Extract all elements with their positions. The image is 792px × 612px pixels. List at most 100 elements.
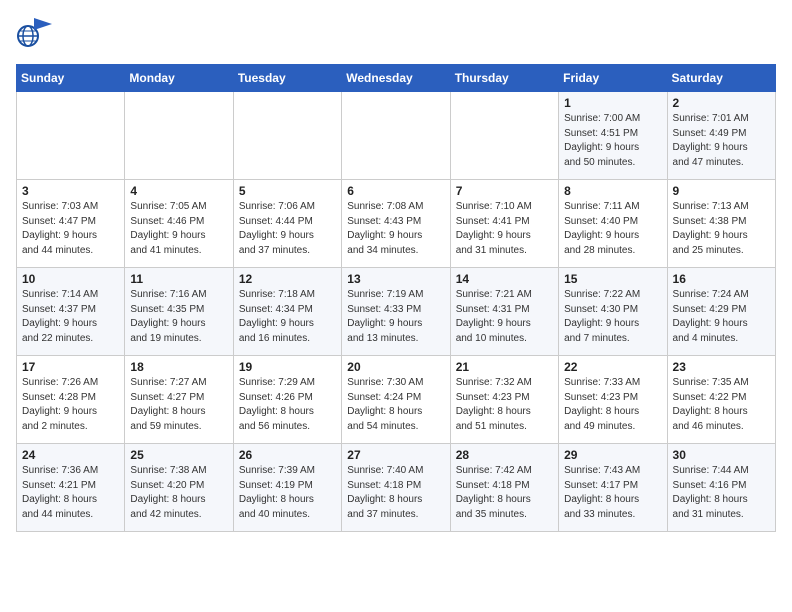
calendar-row: 10 Sunrise: 7:14 AM Sunset: 4:37 PM Dayli… — [17, 268, 776, 356]
day-info: Sunrise: 7:29 AM Sunset: 4:26 PM Dayligh… — [239, 376, 336, 434]
calendar-cell: 18 Sunrise: 7:27 AM Sunset: 4:27 PM Dayli… — [125, 356, 233, 444]
day-info: Sunrise: 7:33 AM Sunset: 4:23 PM Dayligh… — [564, 376, 661, 434]
calendar-cell: 17 Sunrise: 7:26 AM Sunset: 4:28 PM Dayli… — [17, 356, 125, 444]
day-info: Sunrise: 7:22 AM Sunset: 4:30 PM Dayligh… — [564, 288, 661, 346]
day-number: 23 — [673, 360, 770, 374]
calendar-cell: 27 Sunrise: 7:40 AM Sunset: 4:18 PM Dayli… — [342, 444, 450, 532]
day-info: Sunrise: 7:16 AM Sunset: 4:35 PM Dayligh… — [130, 288, 227, 346]
calendar-cell: 4 Sunrise: 7:05 AM Sunset: 4:46 PM Daylig… — [125, 180, 233, 268]
day-number: 4 — [130, 184, 227, 198]
day-info: Sunrise: 7:26 AM Sunset: 4:28 PM Dayligh… — [22, 376, 119, 434]
logo — [16, 16, 56, 52]
col-monday: Monday — [125, 65, 233, 92]
calendar-cell: 26Sunrise: 7:39 AM Sunset: 4:19 PM Dayli… — [233, 444, 341, 532]
day-number: 1 — [564, 96, 661, 110]
calendar-cell: 24 Sunrise: 7:36 AM Sunset: 4:21 PM Dayli… — [17, 444, 125, 532]
day-info: Sunrise: 7:08 AM Sunset: 4:43 PM Dayligh… — [347, 200, 444, 258]
col-friday: Friday — [559, 65, 667, 92]
day-info: Sunrise: 7:19 AM Sunset: 4:33 PM Dayligh… — [347, 288, 444, 346]
calendar-cell: 2Sunrise: 7:01 AM Sunset: 4:49 PM Daylig… — [667, 92, 775, 180]
day-number: 2 — [673, 96, 770, 110]
calendar-row: 24 Sunrise: 7:36 AM Sunset: 4:21 PM Dayli… — [17, 444, 776, 532]
calendar-cell: 22 Sunrise: 7:33 AM Sunset: 4:23 PM Dayli… — [559, 356, 667, 444]
day-info: Sunrise: 7:21 AM Sunset: 4:31 PM Dayligh… — [456, 288, 553, 346]
day-info: Sunrise: 7:27 AM Sunset: 4:27 PM Dayligh… — [130, 376, 227, 434]
calendar-body: 1 Sunrise: 7:00 AM Sunset: 4:51 PM Daylig… — [17, 92, 776, 532]
day-number: 18 — [130, 360, 227, 374]
day-info: Sunrise: 7:11 AM Sunset: 4:40 PM Dayligh… — [564, 200, 661, 258]
day-info: Sunrise: 7:32 AM Sunset: 4:23 PM Dayligh… — [456, 376, 553, 434]
day-number: 13 — [347, 272, 444, 286]
calendar-cell — [450, 92, 558, 180]
day-number: 30 — [673, 448, 770, 462]
calendar-cell: 19Sunrise: 7:29 AM Sunset: 4:26 PM Dayli… — [233, 356, 341, 444]
day-info: Sunrise: 7:35 AM Sunset: 4:22 PM Dayligh… — [673, 376, 770, 434]
col-saturday: Saturday — [667, 65, 775, 92]
col-wednesday: Wednesday — [342, 65, 450, 92]
day-number: 28 — [456, 448, 553, 462]
day-number: 14 — [456, 272, 553, 286]
calendar-cell: 8 Sunrise: 7:11 AM Sunset: 4:40 PM Daylig… — [559, 180, 667, 268]
day-info: Sunrise: 7:36 AM Sunset: 4:21 PM Dayligh… — [22, 464, 119, 522]
day-info: Sunrise: 7:10 AM Sunset: 4:41 PM Dayligh… — [456, 200, 553, 258]
day-number: 5 — [239, 184, 336, 198]
page-header — [16, 16, 776, 52]
day-info: Sunrise: 7:42 AM Sunset: 4:18 PM Dayligh… — [456, 464, 553, 522]
day-number: 24 — [22, 448, 119, 462]
calendar-cell: 5 Sunrise: 7:06 AM Sunset: 4:44 PM Daylig… — [233, 180, 341, 268]
calendar-row: 17 Sunrise: 7:26 AM Sunset: 4:28 PM Dayli… — [17, 356, 776, 444]
day-number: 12 — [239, 272, 336, 286]
calendar-cell: 14 Sunrise: 7:21 AM Sunset: 4:31 PM Dayli… — [450, 268, 558, 356]
day-number: 17 — [22, 360, 119, 374]
day-number: 26 — [239, 448, 336, 462]
day-number: 16 — [673, 272, 770, 286]
calendar-cell — [233, 92, 341, 180]
calendar-cell: 7 Sunrise: 7:10 AM Sunset: 4:41 PM Daylig… — [450, 180, 558, 268]
day-number: 6 — [347, 184, 444, 198]
day-number: 3 — [22, 184, 119, 198]
day-number: 9 — [673, 184, 770, 198]
day-number: 7 — [456, 184, 553, 198]
calendar-cell: 23 Sunrise: 7:35 AM Sunset: 4:22 PM Dayli… — [667, 356, 775, 444]
calendar-cell: 9Sunrise: 7:13 AM Sunset: 4:38 PM Daylig… — [667, 180, 775, 268]
day-info: Sunrise: 7:43 AM Sunset: 4:17 PM Dayligh… — [564, 464, 661, 522]
calendar-cell: 28 Sunrise: 7:42 AM Sunset: 4:18 PM Dayli… — [450, 444, 558, 532]
calendar-cell: 12 Sunrise: 7:18 AM Sunset: 4:34 PM Dayli… — [233, 268, 341, 356]
calendar-header: Sunday Monday Tuesday Wednesday Thursday… — [17, 65, 776, 92]
day-info: Sunrise: 7:03 AM Sunset: 4:47 PM Dayligh… — [22, 200, 119, 258]
col-sunday: Sunday — [17, 65, 125, 92]
day-number: 10 — [22, 272, 119, 286]
day-info: Sunrise: 7:05 AM Sunset: 4:46 PM Dayligh… — [130, 200, 227, 258]
calendar-table: Sunday Monday Tuesday Wednesday Thursday… — [16, 64, 776, 532]
day-info: Sunrise: 7:24 AM Sunset: 4:29 PM Dayligh… — [673, 288, 770, 346]
col-tuesday: Tuesday — [233, 65, 341, 92]
calendar-cell: 25Sunrise: 7:38 AM Sunset: 4:20 PM Dayli… — [125, 444, 233, 532]
calendar-cell: 13 Sunrise: 7:19 AM Sunset: 4:33 PM Dayli… — [342, 268, 450, 356]
day-number: 25 — [130, 448, 227, 462]
day-number: 20 — [347, 360, 444, 374]
day-info: Sunrise: 7:18 AM Sunset: 4:34 PM Dayligh… — [239, 288, 336, 346]
col-thursday: Thursday — [450, 65, 558, 92]
day-info: Sunrise: 7:30 AM Sunset: 4:24 PM Dayligh… — [347, 376, 444, 434]
calendar-cell: 6 Sunrise: 7:08 AM Sunset: 4:43 PM Daylig… — [342, 180, 450, 268]
calendar-cell: 11 Sunrise: 7:16 AM Sunset: 4:35 PM Dayli… — [125, 268, 233, 356]
day-number: 22 — [564, 360, 661, 374]
calendar-cell: 1 Sunrise: 7:00 AM Sunset: 4:51 PM Daylig… — [559, 92, 667, 180]
day-number: 8 — [564, 184, 661, 198]
calendar-cell: 30 Sunrise: 7:44 AM Sunset: 4:16 PM Dayli… — [667, 444, 775, 532]
calendar-cell — [17, 92, 125, 180]
calendar-cell: 16 Sunrise: 7:24 AM Sunset: 4:29 PM Dayli… — [667, 268, 775, 356]
calendar-row: 1 Sunrise: 7:00 AM Sunset: 4:51 PM Daylig… — [17, 92, 776, 180]
day-info: Sunrise: 7:14 AM Sunset: 4:37 PM Dayligh… — [22, 288, 119, 346]
calendar-cell — [125, 92, 233, 180]
day-number: 21 — [456, 360, 553, 374]
calendar-cell: 20 Sunrise: 7:30 AM Sunset: 4:24 PM Dayli… — [342, 356, 450, 444]
day-info: Sunrise: 7:40 AM Sunset: 4:18 PM Dayligh… — [347, 464, 444, 522]
day-number: 29 — [564, 448, 661, 462]
day-number: 11 — [130, 272, 227, 286]
day-info: Sunrise: 7:00 AM Sunset: 4:51 PM Dayligh… — [564, 112, 661, 170]
day-number: 27 — [347, 448, 444, 462]
logo-icon — [16, 16, 52, 52]
day-info: Sunrise: 7:44 AM Sunset: 4:16 PM Dayligh… — [673, 464, 770, 522]
day-info: Sunrise: 7:06 AM Sunset: 4:44 PM Dayligh… — [239, 200, 336, 258]
